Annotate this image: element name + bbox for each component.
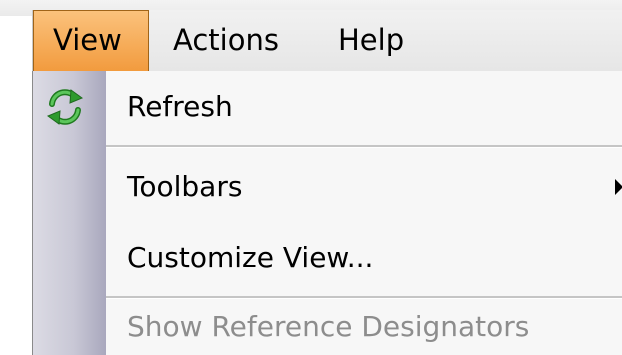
menu-view[interactable]: View bbox=[33, 10, 149, 71]
menu-separator bbox=[106, 145, 622, 148]
menu-item-label: Customize View... bbox=[127, 241, 374, 274]
refresh-icon bbox=[45, 87, 85, 127]
menu-item-customize-view[interactable]: Customize View... bbox=[33, 228, 622, 288]
menu-item-toolbars[interactable]: Toolbars bbox=[33, 157, 622, 217]
view-dropdown-menu: Refresh Toolbars Customize View... Show … bbox=[32, 71, 622, 355]
menu-actions[interactable]: Actions bbox=[173, 10, 313, 71]
menu-item-show-reference-designators[interactable]: Show Reference Designators bbox=[33, 297, 622, 355]
menu-item-refresh[interactable]: Refresh bbox=[33, 77, 622, 137]
menu-help[interactable]: Help bbox=[338, 10, 428, 71]
menu-bar: View Actions Help bbox=[32, 10, 622, 71]
menu-item-label: Show Reference Designators bbox=[127, 310, 530, 343]
submenu-arrow-icon bbox=[615, 179, 622, 195]
menu-item-label: Refresh bbox=[127, 90, 233, 123]
menu-item-label: Toolbars bbox=[127, 170, 243, 203]
